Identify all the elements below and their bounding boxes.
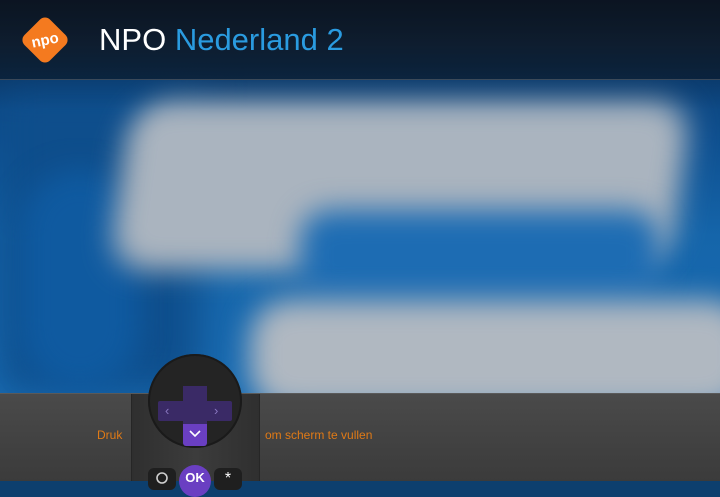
page-title: NPO Nederland 2 <box>99 22 344 58</box>
ok-button-icon: OK <box>179 465 211 497</box>
hint-text-after: om scherm te vullen <box>265 428 373 442</box>
video-blur-shape <box>250 300 720 393</box>
video-blur-shape <box>300 210 660 300</box>
left-arrow-icon: ‹ <box>165 403 170 418</box>
brand-name: NPO <box>99 22 167 57</box>
down-arrow-icon <box>183 424 207 446</box>
channel-name: Nederland 2 <box>174 22 344 57</box>
channel-header: npo NPO Nederland 2 <box>0 0 720 80</box>
remote-control-graphic: ‹ › OK * <box>131 354 260 497</box>
right-arrow-icon: › <box>214 403 219 418</box>
hint-text-before: Druk <box>97 428 123 442</box>
star-button-icon: * <box>214 468 242 490</box>
back-icon <box>148 468 176 490</box>
npo-logo: npo <box>22 17 68 63</box>
remote-hint-bar: Druk ‹ › OK * om scherm te vullen <box>0 354 720 497</box>
